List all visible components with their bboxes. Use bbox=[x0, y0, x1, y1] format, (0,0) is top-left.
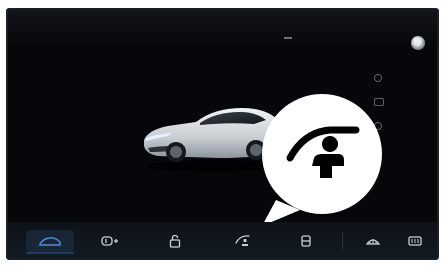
driver-seat-icon bbox=[235, 235, 250, 246]
driver-assist-callout bbox=[256, 92, 388, 224]
screen-glare bbox=[8, 10, 437, 50]
nav-divider bbox=[342, 232, 343, 250]
driver-assist-tab[interactable] bbox=[228, 230, 258, 252]
vehicle-overview-tab[interactable] bbox=[26, 230, 74, 252]
lights-tab[interactable] bbox=[96, 230, 126, 252]
bottom-navigation bbox=[8, 222, 437, 258]
display-bezel bbox=[0, 0, 447, 272]
car-silhouette-icon bbox=[39, 237, 61, 246]
active-tab-indicator bbox=[26, 252, 74, 254]
rear-defrost-button[interactable] bbox=[402, 230, 428, 252]
front-defrost-icon bbox=[365, 239, 381, 245]
headlight-icon bbox=[101, 236, 118, 246]
settings-icon[interactable] bbox=[411, 36, 425, 50]
locks-tab[interactable] bbox=[160, 230, 190, 252]
seat-icon bbox=[301, 235, 311, 247]
front-defrost-button[interactable] bbox=[360, 230, 386, 252]
lock-icon bbox=[169, 234, 181, 248]
rear-defrost-icon bbox=[408, 236, 422, 246]
side-toolbar-icon[interactable] bbox=[374, 74, 382, 82]
top-status-indicator bbox=[284, 37, 292, 39]
seat-tab[interactable] bbox=[291, 230, 321, 252]
vehicle-screen bbox=[6, 8, 439, 260]
